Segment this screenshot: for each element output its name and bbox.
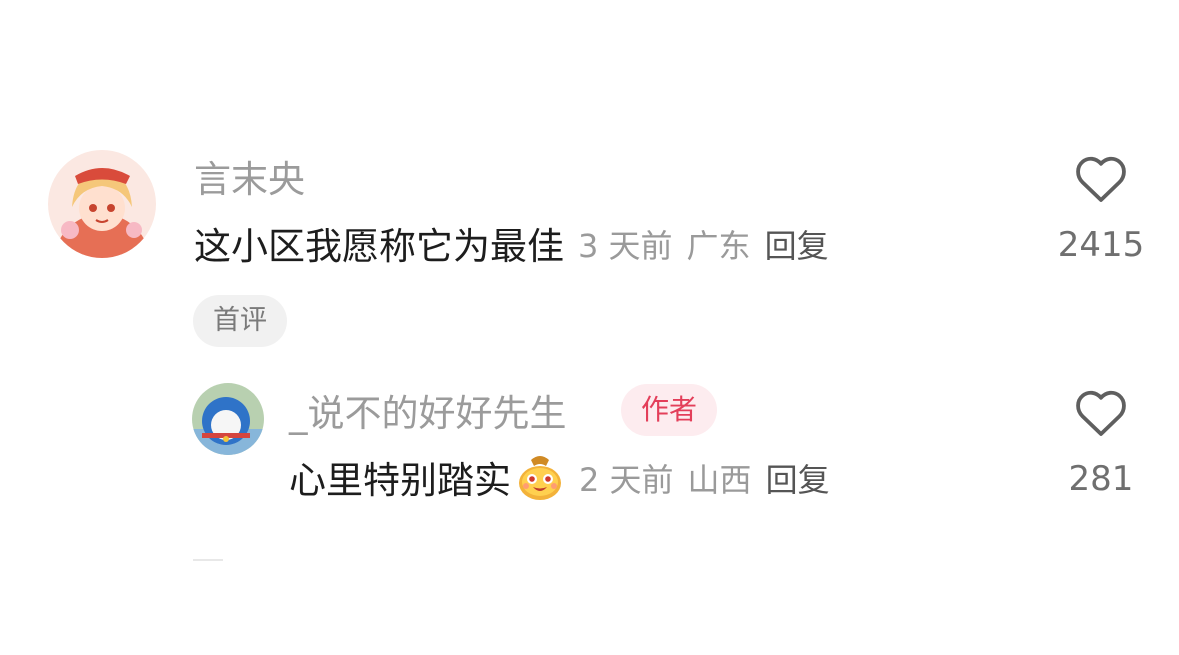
reply-body: 心里特别踏实 2 天前 山西 回复 bbox=[289, 456, 830, 504]
reply-time: 2 天前 bbox=[579, 461, 674, 499]
smiling-face-emoji bbox=[515, 452, 565, 502]
comment-time: 3 天前 bbox=[578, 227, 673, 265]
comment-text: 这小区我愿称它为最佳 bbox=[194, 224, 564, 268]
heart-outline-icon[interactable] bbox=[1075, 390, 1127, 438]
reply-to-reply-button[interactable]: 回复 bbox=[766, 464, 830, 496]
reply-button[interactable]: 回复 bbox=[765, 230, 829, 262]
like-count: 2415 bbox=[1057, 225, 1145, 265]
comment-body: 这小区我愿称它为最佳 3 天前 广东 回复 bbox=[194, 226, 829, 266]
heart-outline-icon[interactable] bbox=[1075, 156, 1127, 204]
reply-like-count: 281 bbox=[1068, 459, 1134, 499]
reply-text: 心里特别踏实 bbox=[289, 458, 511, 502]
comment-location: 广东 bbox=[686, 227, 751, 265]
thread-divider bbox=[193, 559, 223, 561]
reply-location: 山西 bbox=[687, 461, 752, 499]
author-badge: 作者 bbox=[621, 384, 718, 436]
replier-avatar[interactable] bbox=[192, 383, 264, 455]
commenter-username[interactable]: 言末央 bbox=[194, 161, 305, 198]
like-button[interactable]: 2415 bbox=[1056, 156, 1146, 262]
replier-username[interactable]: _说不的好好先生 bbox=[289, 395, 567, 432]
first-comment-badge: 首评 bbox=[193, 295, 287, 347]
reply-like-button[interactable]: 281 bbox=[1056, 390, 1146, 496]
commenter-avatar[interactable] bbox=[48, 150, 156, 258]
